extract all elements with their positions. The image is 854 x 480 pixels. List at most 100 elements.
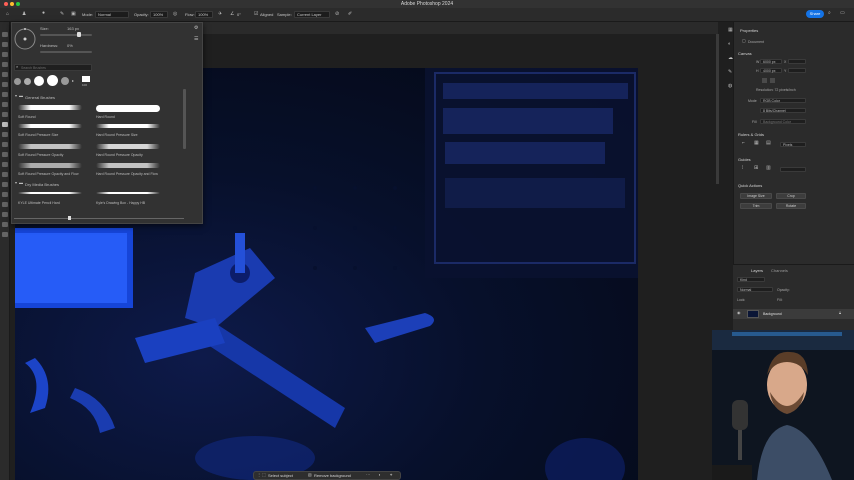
clone-stamp-tool-icon[interactable]: ♟ xyxy=(22,12,26,17)
pen-tool-icon[interactable] xyxy=(2,182,8,187)
toggle-brush-settings-icon[interactable]: ✎ xyxy=(60,12,64,17)
brush-angle-preview[interactable] xyxy=(14,28,36,50)
panel-icon-libraries[interactable]: ☁ xyxy=(728,56,733,61)
opacity-input[interactable]: 100% xyxy=(150,11,168,18)
lasso-tool-icon[interactable] xyxy=(2,52,8,57)
recent-brush-3[interactable] xyxy=(34,76,44,86)
sample-select[interactable]: Current Layer xyxy=(294,11,330,18)
frame-tool-icon[interactable] xyxy=(2,82,8,87)
toggle-clone-source-icon[interactable]: ▣ xyxy=(71,12,76,17)
brush-name-hard-round-pressure-size[interactable]: Hard Round Pressure Size xyxy=(96,133,138,137)
brush-preview-hard-round-pressure-opacity[interactable] xyxy=(96,144,160,149)
move-tool-icon[interactable] xyxy=(2,32,8,37)
trim-button[interactable]: Trim xyxy=(740,203,772,209)
brush-preview-hard-round-pressure-opacity-flow[interactable] xyxy=(96,163,160,168)
panel-icon-color[interactable]: ◍ xyxy=(728,84,732,89)
type-tool-icon[interactable] xyxy=(2,192,8,197)
recent-brush-2[interactable] xyxy=(24,78,31,85)
visibility-eye-icon[interactable]: ◉ xyxy=(737,311,741,315)
canvas-section-head[interactable]: Canvas xyxy=(738,51,752,56)
color-mode-select[interactable]: RGB Color xyxy=(760,98,806,103)
shape-tool-icon[interactable] xyxy=(2,212,8,217)
aligned-checkbox[interactable]: ☑ xyxy=(254,12,258,17)
pin-icon[interactable]: ⌖ xyxy=(390,473,392,477)
landscape-orientation-icon[interactable] xyxy=(770,78,775,83)
ruler-icon[interactable]: ⌐ xyxy=(742,141,745,146)
pressure-opacity-icon[interactable]: ◎ xyxy=(173,12,177,17)
vertical-scrollbar[interactable] xyxy=(716,34,719,184)
eraser-tool-icon[interactable] xyxy=(2,142,8,147)
pressure-size-icon[interactable]: ✐ xyxy=(348,12,352,17)
home-icon[interactable]: ⌂ xyxy=(6,12,9,17)
dodge-tool-icon[interactable] xyxy=(2,172,8,177)
rulers-grids-head[interactable]: Rulers & Grids xyxy=(738,132,764,137)
tab-layers[interactable]: Layers xyxy=(751,268,763,273)
brush-preview-hard-round[interactable] xyxy=(96,105,160,112)
guides-grid-icon[interactable]: ▤ xyxy=(766,141,771,146)
recent-brush-1[interactable] xyxy=(14,78,21,85)
quick-actions-head[interactable]: Quick Actions xyxy=(738,183,762,188)
blur-tool-icon[interactable] xyxy=(2,162,8,167)
layer-blend-mode[interactable]: Normal xyxy=(737,287,773,292)
workspace-icon[interactable]: ▭ xyxy=(840,11,845,16)
share-button[interactable]: Share xyxy=(806,10,824,18)
recent-brush-6[interactable] xyxy=(82,76,90,82)
marquee-tool-icon[interactable] xyxy=(2,42,8,47)
guides-head[interactable]: Guides xyxy=(738,157,751,162)
eyedropper-tool-icon[interactable] xyxy=(2,92,8,97)
brush-name-soft-round[interactable]: Soft Round xyxy=(18,115,36,119)
layer-name[interactable]: Background xyxy=(763,312,782,316)
brush-preview-hard-round-pressure-size[interactable] xyxy=(96,124,160,128)
airbrush-icon[interactable]: ✈ xyxy=(218,12,222,17)
angle-value[interactable]: 0° xyxy=(237,12,241,17)
panel-icon-adjustments[interactable]: ◐ xyxy=(728,42,731,47)
tab-properties[interactable]: Properties xyxy=(740,28,758,33)
ignore-adjustment-layers-icon[interactable]: ⊘ xyxy=(335,12,339,17)
brush-name-hard-round-pressure-opacity[interactable]: Hard Round Pressure Opacity xyxy=(96,153,143,157)
history-brush-tool-icon[interactable] xyxy=(2,132,8,137)
guides-show-icon[interactable]: ⁞ xyxy=(742,166,743,171)
height-input[interactable]: 4000 px xyxy=(760,68,782,73)
layer-row-background[interactable]: ◉ Background 🔒︎ xyxy=(733,309,854,319)
brush-preview-soft-round[interactable] xyxy=(18,105,82,110)
panel-menu-icon[interactable]: ☰ xyxy=(194,37,198,42)
brush-tool-icon[interactable] xyxy=(2,112,8,117)
preview-size-slider[interactable] xyxy=(14,218,184,219)
brush-preview-soft-round-pressure-opacity[interactable] xyxy=(18,144,82,149)
adjust-icon[interactable]: ◑ xyxy=(378,473,380,477)
brush-name-kyle-pencil[interactable]: KYLE Ultimate Pencil Hard xyxy=(18,201,60,205)
search-icon[interactable]: ⌕ xyxy=(828,11,831,16)
portrait-orientation-icon[interactable] xyxy=(762,78,767,83)
hand-tool-icon[interactable] xyxy=(2,222,8,227)
chevron-down-icon[interactable]: ▾ xyxy=(15,94,17,98)
recent-brush-5[interactable] xyxy=(61,77,69,85)
flow-input[interactable]: 100% xyxy=(195,11,213,18)
guides-style-select[interactable] xyxy=(780,167,806,172)
bit-depth-select[interactable]: 8 Bits/Channel xyxy=(760,108,806,113)
quick-select-tool-icon[interactable] xyxy=(2,62,8,67)
layer-filter-kind[interactable]: Kind xyxy=(737,277,765,282)
healing-tool-icon[interactable] xyxy=(2,102,8,107)
brush-preview-soft-round-pressure-size[interactable] xyxy=(18,124,82,128)
panel-icon-history[interactable]: ▦ xyxy=(728,28,733,33)
brush-preview-kyle-drawing-box[interactable] xyxy=(96,192,160,194)
brush-search-field[interactable]: ⌕ Search Brushes xyxy=(14,64,92,71)
guides-lock-icon[interactable]: ⊞ xyxy=(754,166,758,171)
image-size-button[interactable]: Image Size xyxy=(740,193,772,199)
size-slider[interactable] xyxy=(40,34,92,36)
drag-handle-icon[interactable]: ⋮ xyxy=(257,473,261,477)
guides-color-icon[interactable]: ▥ xyxy=(766,166,771,171)
brush-name-kyle-drawing-box[interactable]: Kyle's Drawing Box - Happy HB xyxy=(96,201,145,205)
recent-brush-4[interactable] xyxy=(47,75,58,86)
rotate-button[interactable]: Rotate xyxy=(776,203,806,209)
mode-select[interactable]: Normal xyxy=(95,11,129,18)
ruler-units-select[interactable]: Pixels xyxy=(780,142,806,147)
hardness-value[interactable]: 0% xyxy=(67,43,73,48)
chevron-down-icon[interactable]: ▾ xyxy=(15,181,17,185)
grid-icon[interactable]: ▦ xyxy=(754,141,759,146)
brush-name-soft-round-pressure-size[interactable]: Soft Round Pressure Size xyxy=(18,133,58,137)
brush-name-soft-round-pressure-opacity[interactable]: Soft Round Pressure Opacity xyxy=(18,153,63,157)
brush-name-hard-round-pressure-opacity-flow[interactable]: Hard Round Pressure Opacity and Flow xyxy=(96,172,158,176)
size-slider-handle[interactable] xyxy=(77,32,81,37)
brush-preview-kyle-pencil[interactable] xyxy=(18,192,82,194)
